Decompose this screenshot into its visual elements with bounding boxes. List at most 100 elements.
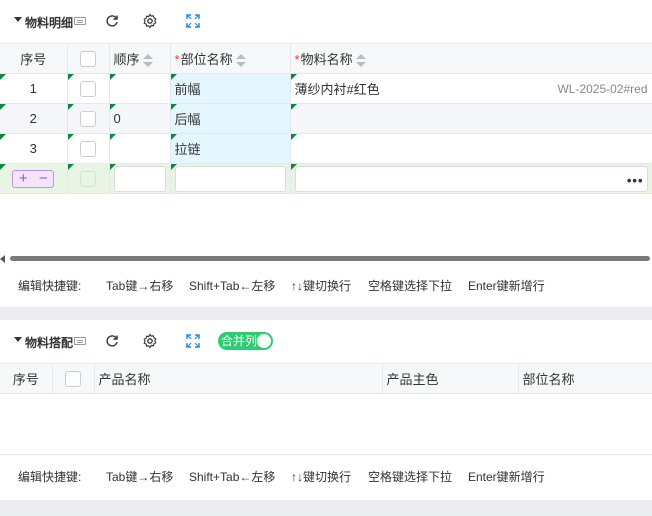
cell-select[interactable] [67, 73, 110, 104]
row-checkbox [80, 170, 96, 187]
column-header-label: 部位名称 [180, 52, 233, 67]
scrollbar-thumb[interactable] [10, 256, 650, 261]
required-marker: * [294, 52, 300, 67]
table-row[interactable]: 1 前幅 薄纱内衬#红色 WL-2025-02#red [0, 73, 652, 104]
table-header-row: 序号 产品名称 产品主色 部位名称 [0, 363, 652, 394]
select-all-checkbox[interactable] [65, 370, 81, 387]
cell-material-name[interactable]: 薄纱内衬#红色 WL-2025-02#red [290, 73, 652, 104]
shortcut-hints: 编辑快捷键: Tab键→右移 Shift+Tab←左移 ↑↓键切换行 空格键选择… [0, 468, 652, 488]
caret-down-icon[interactable] [14, 336, 22, 344]
sort-icon[interactable] [355, 53, 366, 68]
empty-body-divider [0, 454, 652, 455]
remove-row-button[interactable]: − [39, 170, 48, 187]
material-name-text: 薄纱内衬#红色 [294, 82, 380, 97]
row-checkbox[interactable] [80, 140, 96, 157]
material-match-panel: 物料搭配 合并列 序号 产品名称 产品主色 部位名称 编辑快捷键: Tab键→右… [0, 320, 652, 500]
cell-material-name[interactable] [290, 133, 652, 164]
cell-order[interactable] [109, 73, 171, 104]
new-row[interactable]: + − ••• [0, 163, 652, 194]
column-header-index: 序号 [0, 363, 53, 394]
row-checkbox[interactable] [80, 110, 96, 127]
shortcut-tab: Tab键→右移 [106, 279, 174, 293]
cell-index: 2 [0, 103, 68, 134]
column-header-order[interactable]: 顺序 [109, 43, 171, 74]
shortcut-shift-tab: Shift+Tab←左移 [189, 279, 276, 293]
material-name-input[interactable] [294, 165, 648, 192]
column-header-label: 产品名称 [98, 372, 151, 387]
column-header-product-name[interactable]: 产品名称 [94, 363, 383, 394]
column-header-material-name[interactable]: *物料名称 [290, 43, 652, 74]
keyboard-icon[interactable] [74, 17, 86, 25]
panel-title: 物料明细 [25, 16, 74, 30]
material-match-table: 序号 产品名称 产品主色 部位名称 [0, 363, 652, 394]
sort-icon[interactable] [235, 53, 246, 68]
fullscreen-icon[interactable] [185, 13, 201, 29]
cell-order[interactable] [109, 133, 171, 164]
shortcut-enter: Enter键新增行 [468, 279, 545, 293]
cell-material-name[interactable] [290, 103, 652, 134]
material-detail-toolbar: 物料明细 [0, 0, 652, 44]
order-input[interactable] [113, 165, 166, 192]
row-checkbox[interactable] [80, 80, 96, 97]
cell-index: 3 [0, 133, 68, 164]
column-header-product-color[interactable]: 产品主色 [382, 363, 519, 394]
cell-index: 1 [0, 73, 68, 104]
scroll-left-icon[interactable] [0, 255, 5, 263]
refresh-icon[interactable] [104, 13, 120, 29]
material-detail-panel: 物料明细 序号 顺序 *部位名称 *物料名称 1 前幅 薄纱内衬#红色 WL-2… [0, 0, 652, 307]
material-code-text: WL-2025-02#red [557, 82, 648, 96]
material-match-toolbar: 物料搭配 合并列 [0, 320, 652, 364]
cell-material-name[interactable]: ••• [290, 163, 652, 194]
cell-order[interactable]: 0 [109, 103, 171, 134]
column-header-label: 部位名称 [522, 372, 575, 387]
shortcut-space: 空格键选择下拉 [368, 470, 453, 484]
material-detail-table: 序号 顺序 *部位名称 *物料名称 1 前幅 薄纱内衬#红色 WL-2025-02… [0, 43, 652, 194]
keyboard-icon[interactable] [74, 337, 86, 345]
panel-title: 物料搭配 [25, 336, 74, 350]
column-header-label: 物料名称 [300, 52, 353, 67]
add-remove-control[interactable]: + − [12, 169, 55, 188]
toggle-knob [257, 334, 271, 348]
shortcut-tab: Tab键→右移 [106, 470, 174, 484]
shortcut-arrows: ↑↓键切换行 [291, 470, 352, 484]
caret-down-icon[interactable] [14, 16, 22, 24]
gear-icon[interactable] [142, 333, 158, 349]
refresh-icon[interactable] [104, 333, 120, 349]
cell-select[interactable] [67, 133, 110, 164]
column-header-part-name[interactable]: *部位名称 [170, 43, 291, 74]
cell-order[interactable] [109, 163, 171, 194]
cell-select[interactable] [67, 103, 110, 134]
merge-columns-label: 合并列 [221, 334, 258, 348]
cell-part-name[interactable]: 拉链 [170, 133, 291, 164]
cell-part-name[interactable] [170, 163, 291, 194]
shortcut-hints: 编辑快捷键: Tab键→右移 Shift+Tab←左移 ↑↓键切换行 空格键选择… [0, 277, 652, 297]
cell-select [67, 163, 110, 194]
shortcut-space: 空格键选择下拉 [368, 279, 453, 293]
table-row[interactable]: 3 拉链 [0, 133, 652, 164]
column-header-label: 顺序 [113, 52, 140, 67]
add-row-button[interactable]: + [19, 170, 28, 187]
fullscreen-icon[interactable] [185, 333, 201, 349]
ellipsis-icon[interactable]: ••• [627, 173, 644, 188]
column-header-part-name[interactable]: 部位名称 [518, 363, 652, 394]
column-header-select-all[interactable] [67, 43, 110, 74]
shortcut-label: 编辑快捷键: [18, 279, 82, 293]
shortcut-arrows: ↑↓键切换行 [291, 279, 352, 293]
cell-part-name[interactable]: 后幅 [170, 103, 291, 134]
cell-add-remove[interactable]: + − [0, 163, 68, 194]
merge-columns-toggle[interactable]: 合并列 [218, 332, 273, 350]
cell-part-name[interactable]: 前幅 [170, 73, 291, 104]
gear-icon[interactable] [142, 13, 158, 29]
column-header-label: 序号 [20, 52, 47, 67]
column-header-select-all[interactable] [52, 363, 95, 394]
column-header-label: 序号 [12, 372, 39, 387]
column-header-label: 产品主色 [386, 372, 439, 387]
select-all-checkbox[interactable] [80, 50, 96, 67]
column-header-index: 序号 [0, 43, 68, 74]
sort-icon[interactable] [142, 53, 153, 68]
table-row[interactable]: 2 0 后幅 [0, 103, 652, 134]
table-header-row: 序号 顺序 *部位名称 *物料名称 [0, 43, 652, 74]
part-name-input[interactable] [174, 165, 286, 192]
horizontal-scrollbar[interactable] [0, 254, 652, 264]
shortcut-label: 编辑快捷键: [18, 470, 82, 484]
